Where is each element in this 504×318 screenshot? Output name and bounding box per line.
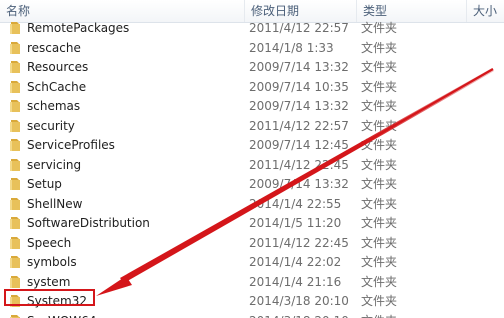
folder-icon xyxy=(10,41,20,54)
folder-type: 文件夹 xyxy=(361,274,398,289)
folder-type: 文件夹 xyxy=(361,21,398,35)
folder-name: Speech xyxy=(27,235,72,250)
folder-date-modified: 2014/3/18 20:10 xyxy=(249,294,349,308)
folder-type: 文件夹 xyxy=(361,216,398,230)
folder-date-modified: 2009/7/14 13:32 xyxy=(249,99,349,113)
folder-icon xyxy=(10,80,20,93)
folder-name: servicing xyxy=(27,157,82,172)
folder-date-modified: 2011/4/12 22:57 xyxy=(249,21,349,35)
folder-date-modified: 2014/1/4 22:02 xyxy=(249,255,342,269)
file-list: RemotePackages 2011/4/12 22:57 文件夹 rescache… xyxy=(0,18,504,318)
folder-date-modified: 2011/4/12 22:45 xyxy=(249,157,349,172)
folder-name: system xyxy=(27,274,71,289)
file-explorer: 名称 修改日期 类型 大小 RemotePackages 2011/4/12 22… xyxy=(0,0,504,318)
folder-name: Setup xyxy=(27,177,62,191)
list-item[interactable]: ServiceProfiles 2009/7/14 12:45 文件夹 xyxy=(0,135,504,155)
folder-icon xyxy=(10,236,20,249)
list-item[interactable]: Resources 2009/7/14 13:32 文件夹 xyxy=(0,57,504,77)
list-item[interactable]: SoftwareDistribution 2014/1/5 11:20 文件夹 xyxy=(0,213,504,233)
folder-icon xyxy=(10,314,20,318)
folder-icon xyxy=(10,256,20,268)
folder-name: ShellNew xyxy=(27,196,83,211)
folder-type: 文件夹 xyxy=(361,118,398,133)
folder-icon xyxy=(10,197,20,210)
list-item[interactable]: schemas 2009/7/14 13:32 文件夹 xyxy=(0,96,504,116)
folder-type: 文件夹 xyxy=(361,235,398,250)
folder-icon xyxy=(10,119,20,132)
folder-type: 文件夹 xyxy=(361,177,398,191)
highlight-box xyxy=(4,289,95,306)
list-item[interactable]: security 2011/4/12 22:57 文件夹 xyxy=(0,116,504,136)
list-item[interactable]: symbols 2014/1/4 22:02 文件夹 xyxy=(0,252,504,272)
folder-type: 文件夹 xyxy=(361,40,398,55)
folder-icon xyxy=(10,178,20,190)
folder-name: symbols xyxy=(27,255,77,269)
folder-icon xyxy=(10,22,20,34)
folder-name: SchCache xyxy=(27,79,87,94)
folder-type: 文件夹 xyxy=(361,99,398,113)
folder-type: 文件夹 xyxy=(361,79,398,94)
folder-date-modified: 2014/1/4 21:16 xyxy=(249,274,342,289)
folder-name: ServiceProfiles xyxy=(27,138,115,152)
folder-name: rescache xyxy=(27,40,81,55)
folder-date-modified: 2009/7/14 10:35 xyxy=(249,79,349,94)
list-item[interactable]: SysWOW64 2014/3/18 20:10 文件夹 xyxy=(0,311,504,318)
folder-date-modified: 2009/7/14 13:32 xyxy=(249,60,349,74)
folder-icon xyxy=(10,61,20,73)
folder-icon xyxy=(10,275,20,288)
folder-icon xyxy=(10,217,20,229)
folder-name: schemas xyxy=(27,99,81,113)
list-item[interactable]: SchCache 2009/7/14 10:35 文件夹 xyxy=(0,77,504,97)
folder-date-modified: 2011/4/12 22:45 xyxy=(249,235,349,250)
folder-date-modified: 2011/4/12 22:57 xyxy=(249,118,349,133)
folder-icon xyxy=(10,158,20,171)
folder-date-modified: 2014/1/5 11:20 xyxy=(249,216,342,230)
folder-icon xyxy=(10,139,20,151)
folder-name: security xyxy=(27,118,75,133)
list-item[interactable]: servicing 2011/4/12 22:45 文件夹 xyxy=(0,155,504,175)
folder-icon xyxy=(10,100,20,112)
folder-type: 文件夹 xyxy=(361,157,398,172)
folder-name: SoftwareDistribution xyxy=(27,216,150,230)
folder-date-modified: 2014/3/18 20:10 xyxy=(249,312,349,318)
folder-date-modified: 2014/1/4 22:55 xyxy=(249,196,342,211)
folder-date-modified: 2009/7/14 12:45 xyxy=(249,138,349,152)
folder-type: 文件夹 xyxy=(361,255,398,269)
folder-name: SysWOW64 xyxy=(27,312,96,318)
folder-type: 文件夹 xyxy=(361,60,398,74)
list-item[interactable]: rescache 2014/1/8 1:33 文件夹 xyxy=(0,38,504,58)
folder-date-modified: 2009/7/14 13:32 xyxy=(249,177,349,191)
list-item[interactable]: RemotePackages 2011/4/12 22:57 文件夹 xyxy=(0,18,504,38)
list-item[interactable]: Setup 2009/7/14 13:32 文件夹 xyxy=(0,174,504,194)
folder-type: 文件夹 xyxy=(361,294,398,308)
folder-name: Resources xyxy=(27,60,89,74)
folder-type: 文件夹 xyxy=(361,196,398,211)
folder-date-modified: 2014/1/8 1:33 xyxy=(249,40,334,55)
list-item[interactable]: ShellNew 2014/1/4 22:55 文件夹 xyxy=(0,194,504,214)
list-item[interactable]: Speech 2011/4/12 22:45 文件夹 xyxy=(0,233,504,253)
folder-type: 文件夹 xyxy=(361,138,398,152)
folder-name: RemotePackages xyxy=(27,21,130,35)
folder-type: 文件夹 xyxy=(361,312,397,318)
